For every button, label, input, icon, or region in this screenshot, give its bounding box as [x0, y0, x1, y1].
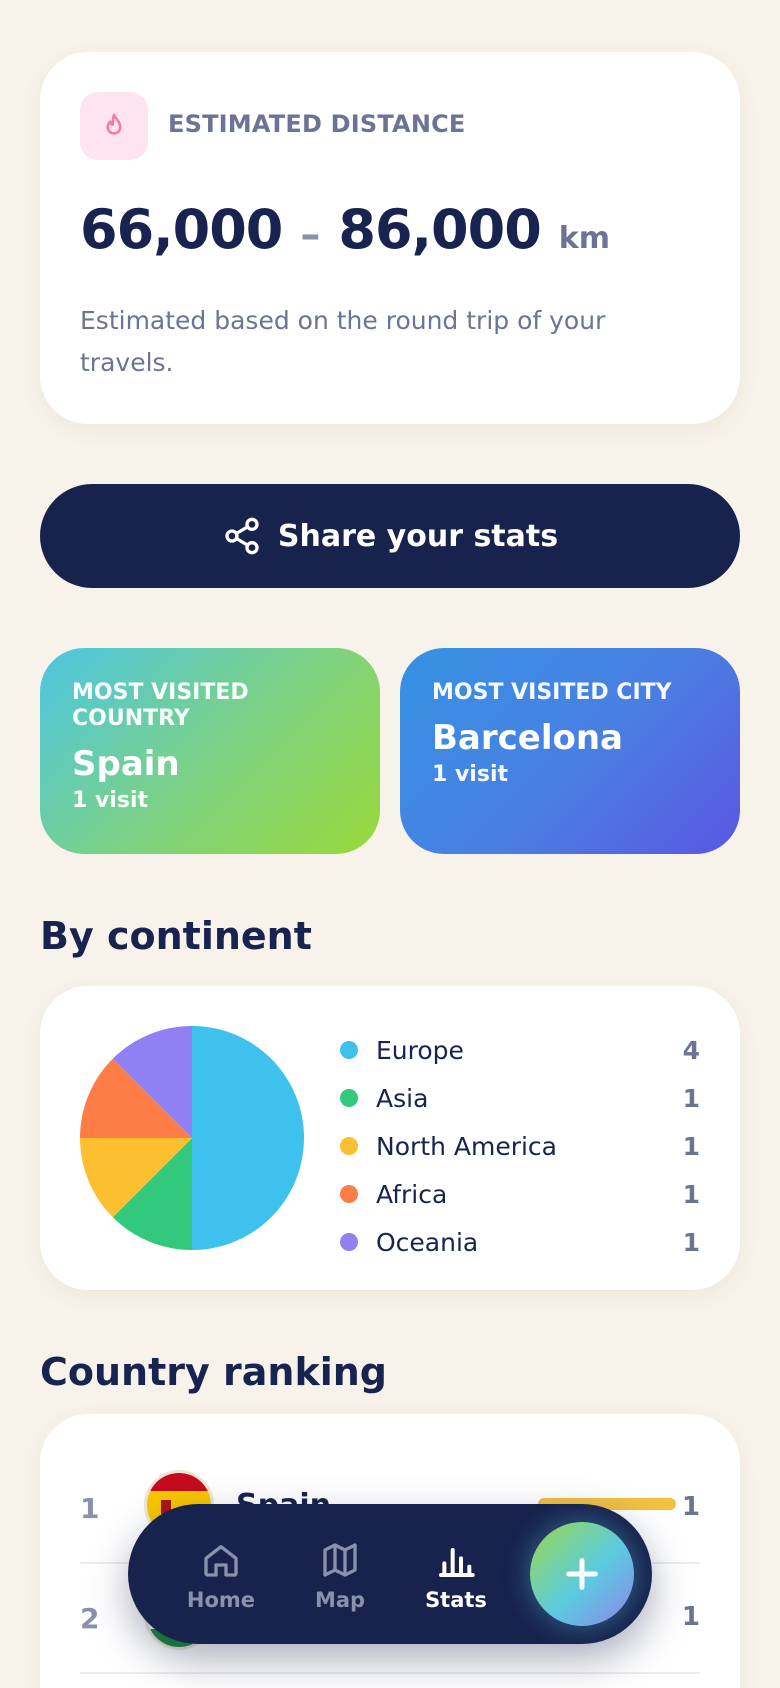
legend-name: Europe	[376, 1035, 464, 1065]
distance-min: 66,000	[80, 198, 283, 261]
legend-count: 4	[682, 1035, 700, 1065]
ranking-position: 1	[80, 1492, 100, 1525]
legend-item: Oceania 1	[340, 1218, 700, 1266]
legend-dot	[340, 1137, 358, 1155]
legend-item: Europe 4	[340, 1026, 700, 1074]
most-visited-city-value: Barcelona	[432, 718, 624, 758]
most-visited-country-visits: 1 visit	[72, 788, 149, 813]
ranking-count: 1	[681, 1602, 700, 1632]
previous-card-edge	[0, 0, 780, 6]
ranking-count: 1	[681, 1492, 700, 1522]
legend-name: Asia	[376, 1083, 429, 1113]
nav-stats-label: Stats	[425, 1588, 487, 1612]
home-icon	[201, 1540, 241, 1580]
most-visited-country-value: Spain	[72, 744, 180, 784]
legend-name: North America	[376, 1131, 557, 1161]
distance-note: Estimated based on the round trip of you…	[80, 306, 606, 377]
legend-dot	[340, 1185, 358, 1203]
ranking-position: 2	[80, 1602, 100, 1635]
flame-icon	[80, 92, 148, 160]
legend-count: 1	[682, 1179, 700, 1209]
distance-separator: –	[300, 212, 321, 258]
map-icon	[320, 1540, 360, 1580]
legend-name: Oceania	[376, 1227, 479, 1257]
bar-chart-icon	[436, 1540, 476, 1580]
distance-max: 86,000	[338, 198, 541, 261]
continent-card: Europe 4 Asia 1 North America 1 Africa 1 Oceania…	[40, 986, 740, 1290]
nav-map[interactable]: Map	[290, 1540, 390, 1612]
nav-map-label: Map	[314, 1588, 366, 1612]
most-visited-city-card[interactable]: MOST VISITED CITY Barcelona 1 visit	[400, 648, 740, 854]
legend-name: Africa	[376, 1179, 448, 1209]
legend-count: 1	[682, 1227, 700, 1257]
legend-count: 1	[682, 1083, 700, 1113]
pie-slice-europe	[192, 1026, 304, 1250]
legend-dot	[340, 1233, 358, 1251]
estimated-distance-card: ESTIMATED DISTANCE 66,000 – 86,000 km Es…	[40, 52, 740, 424]
plus-icon	[562, 1554, 602, 1594]
add-trip-button[interactable]	[530, 1522, 634, 1626]
most-visited-city-visits: 1 visit	[432, 762, 509, 787]
most-visited-country-label: MOST VISITED COUNTRY	[72, 680, 249, 731]
legend-item: North America 1	[340, 1122, 700, 1170]
continent-pie-chart	[80, 1026, 304, 1250]
nav-home[interactable]: Home	[171, 1540, 271, 1612]
legend-count: 1	[682, 1131, 700, 1161]
nav-stats[interactable]: Stats	[406, 1540, 506, 1612]
bottom-navigation: Home Map Stats	[128, 1504, 652, 1644]
nav-home-label: Home	[186, 1588, 256, 1612]
share-stats-button[interactable]: Share your stats	[40, 484, 740, 588]
most-visited-country-card[interactable]: MOST VISITED COUNTRY Spain 1 visit	[40, 648, 380, 854]
continent-legend: Europe 4 Asia 1 North America 1 Africa 1 Oceania…	[340, 1026, 700, 1266]
share-icon	[222, 516, 262, 556]
legend-dot	[340, 1041, 358, 1059]
share-stats-label: Share your stats	[277, 518, 559, 554]
most-visited-city-label: MOST VISITED CITY	[432, 680, 672, 705]
legend-item: Africa 1	[340, 1170, 700, 1218]
distance-unit: km	[558, 221, 610, 256]
distance-label: ESTIMATED DISTANCE	[168, 110, 466, 138]
by-continent-title: By continent	[40, 914, 312, 958]
country-ranking-title: Country ranking	[40, 1350, 387, 1394]
legend-item: Asia 1	[340, 1074, 700, 1122]
distance-value: 66,000 – 86,000 km	[80, 198, 610, 261]
legend-dot	[340, 1089, 358, 1107]
